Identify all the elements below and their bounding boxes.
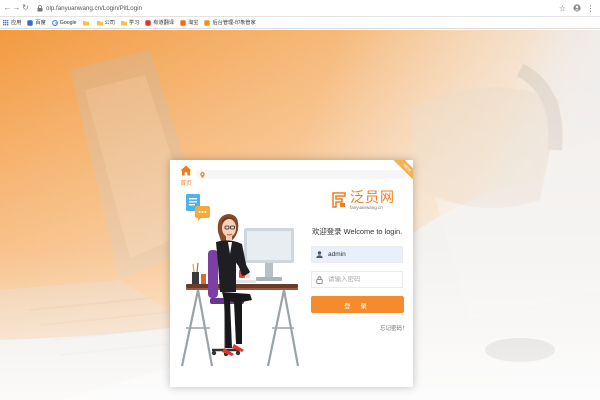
bookmark-item[interactable]: 百度	[27, 19, 46, 26]
youdao-icon	[145, 19, 151, 26]
brand-domain: fanyuanwang.cn	[350, 205, 383, 210]
card-header-strip	[196, 170, 406, 179]
user-icon	[312, 247, 326, 262]
apps-grid-icon	[3, 19, 9, 26]
chat-bubble-icon	[195, 206, 210, 221]
bookmark-item[interactable]: 后台管理-印象管家	[204, 19, 256, 26]
bookmark-item[interactable]: 学习	[120, 19, 140, 26]
browser-address-bar: ← → ↻ olp.fanyuanwang.cn/Login/PitLogin …	[0, 0, 600, 17]
location-pin-icon	[200, 172, 205, 180]
password-input[interactable]	[328, 276, 400, 283]
star-icon[interactable]: ☆	[557, 2, 568, 14]
bookmark-label: 淘宝	[188, 20, 199, 26]
forward-arrow-icon[interactable]: →	[12, 2, 21, 14]
login-page: NEW 首页 泛员网 fanyuanwang.cn 欢迎登录 Welcome t…	[0, 30, 600, 400]
admin-site-icon	[204, 19, 211, 26]
back-arrow-icon[interactable]: ←	[3, 2, 12, 14]
office-worker-illustration	[180, 194, 300, 367]
url-field[interactable]: olp.fanyuanwang.cn/Login/PitLogin	[46, 5, 142, 12]
brand-name: 泛员网	[350, 189, 395, 205]
folder-icon	[120, 20, 127, 26]
brand-logo: 泛员网 fanyuanwang.cn	[332, 190, 395, 210]
taobao-icon	[180, 19, 186, 26]
bookmark-item[interactable]: 公司	[96, 19, 115, 26]
baidu-icon	[27, 19, 34, 26]
site-info-icon[interactable]	[36, 4, 43, 12]
welcome-text: 欢迎登录 Welcome to login.	[312, 227, 403, 236]
bookmark-label: 应用	[11, 20, 22, 26]
bookmark-label: 有道翻译	[153, 20, 175, 26]
bookmark-label: 后台管理-印象管家	[212, 20, 256, 26]
bookmark-label: Google	[59, 19, 77, 26]
bookmark-label: 公司	[104, 20, 115, 26]
account-icon[interactable]	[571, 2, 582, 14]
brand-mark-icon	[332, 192, 346, 208]
bookmark-label: 百度	[35, 20, 46, 26]
folder-icon	[96, 20, 103, 26]
folder-icon	[82, 20, 89, 26]
google-icon	[51, 19, 58, 26]
home-label: 首页	[180, 181, 192, 187]
home-link[interactable]: 首页	[178, 165, 194, 187]
username-field[interactable]	[311, 246, 403, 263]
forgot-password-link[interactable]: 忘记密码！	[380, 324, 408, 332]
password-field[interactable]	[311, 271, 403, 288]
bookmark-item[interactable]: 应用	[3, 19, 21, 26]
reload-icon[interactable]: ↻	[21, 2, 30, 14]
lock-icon	[312, 272, 326, 287]
username-input[interactable]	[328, 251, 400, 258]
login-button[interactable]: 登 录	[311, 296, 404, 313]
bookmark-item[interactable]: Google	[51, 19, 77, 26]
bookmarks-bar: 应用 百度 Google 公司 学习 有道翻译 淘宝 后台管理-印象管家	[0, 17, 600, 29]
home-icon	[180, 165, 192, 176]
bookmark-item[interactable]: 淘宝	[180, 19, 198, 26]
menu-icon[interactable]: ⋮	[585, 2, 596, 14]
bookmark-label: 学习	[128, 20, 140, 26]
bookmark-item[interactable]: 有道翻译	[145, 19, 174, 26]
bookmark-item[interactable]	[82, 20, 91, 26]
login-card: NEW 首页 泛员网 fanyuanwang.cn 欢迎登录 Welcome t…	[170, 160, 413, 387]
